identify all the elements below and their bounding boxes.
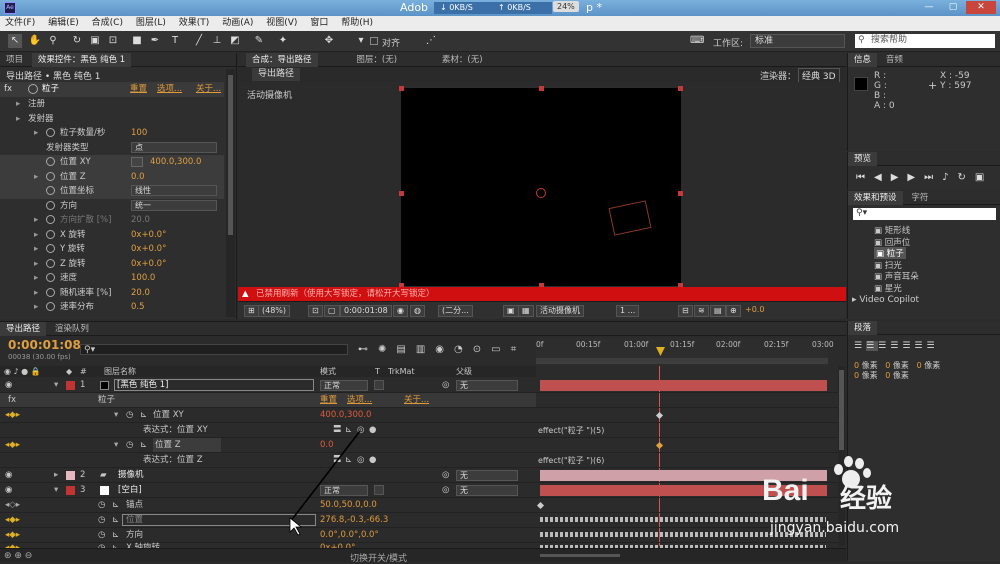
watermark-brand: Bai	[762, 474, 809, 507]
baidu-watermark: Bai 经验 jingyan.baidu.com	[762, 448, 980, 558]
annotation-arrow-line	[289, 430, 361, 523]
watermark-brand2: 经验	[840, 484, 893, 514]
mouse-cursor-icon	[289, 517, 303, 536]
watermark-url: jingyan.baidu.com	[770, 520, 900, 536]
